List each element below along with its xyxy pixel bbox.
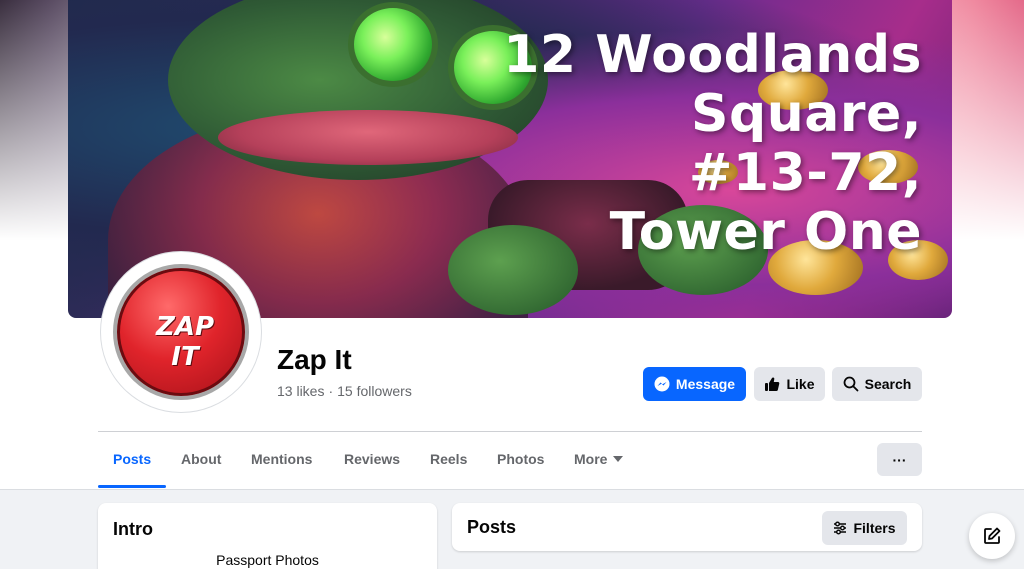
cover-address-line: Square, (691, 84, 922, 144)
cover-address-line: 12 Woodlands (503, 25, 922, 85)
messenger-icon (654, 376, 670, 392)
likes-count[interactable]: 13 likes (277, 383, 324, 399)
intro-title: Intro (113, 519, 153, 539)
tab-label: About (181, 451, 222, 467)
thumbs-up-icon (764, 376, 780, 392)
filters-button[interactable]: Filters (822, 511, 907, 545)
compose-button[interactable] (969, 513, 1015, 559)
cover-address-text: 12 Woodlands Square, #13-72, Tower One (503, 26, 922, 262)
tab-photos[interactable]: Photos (497, 447, 544, 471)
more-options-button[interactable]: ··· (877, 443, 922, 476)
tab-mentions[interactable]: Mentions (251, 447, 312, 471)
frog-mouth (218, 110, 518, 165)
page-stats: 13 likes · 15 followers (277, 383, 412, 399)
tab-about[interactable]: About (181, 447, 221, 471)
cover-address-line: #13-72, (688, 143, 922, 203)
followers-count[interactable]: 15 followers (337, 383, 412, 399)
profile-avatar[interactable]: ZAP IT (101, 252, 261, 412)
filters-button-label: Filters (853, 520, 896, 536)
tab-reels[interactable]: Reels (430, 447, 467, 471)
goggle-left (348, 2, 438, 87)
tab-posts[interactable]: Posts (113, 447, 151, 471)
active-tab-indicator (98, 485, 166, 488)
search-icon (843, 376, 859, 392)
logo-text-line: ZAP (155, 312, 215, 342)
tab-label: Mentions (251, 451, 313, 467)
caret-down-icon (613, 456, 624, 462)
intro-category[interactable]: Passport Photos (98, 552, 437, 568)
tab-more[interactable]: More (574, 447, 624, 471)
cover-address-line: Tower One (609, 202, 922, 262)
sliders-icon (833, 521, 847, 535)
tab-label: Reels (430, 451, 468, 467)
posts-title: Posts (467, 517, 517, 537)
stats-separator: · (328, 383, 334, 399)
search-button-label: Search (864, 376, 912, 392)
posts-card: Posts Filters (452, 503, 922, 551)
logo-text-line: IT (171, 342, 199, 372)
logo-text: ZAP IT (117, 312, 253, 372)
page-title: Zap It (277, 344, 352, 375)
zap-it-logo: ZAP IT (113, 264, 249, 400)
header-divider (98, 431, 922, 432)
message-button[interactable]: Message (643, 367, 746, 401)
tab-label: More (574, 451, 608, 467)
search-button[interactable]: Search (832, 367, 922, 401)
intro-card: Intro Passport Photos (98, 503, 437, 569)
like-button-label: Like (786, 376, 815, 392)
ellipsis-icon: ··· (892, 451, 907, 468)
edit-icon (982, 526, 1002, 546)
tab-label: Posts (113, 451, 152, 467)
tab-reviews[interactable]: Reviews (344, 447, 400, 471)
like-button[interactable]: Like (754, 367, 825, 401)
tab-label: Photos (497, 451, 545, 467)
tab-label: Reviews (344, 451, 401, 467)
message-button-label: Message (675, 376, 736, 392)
